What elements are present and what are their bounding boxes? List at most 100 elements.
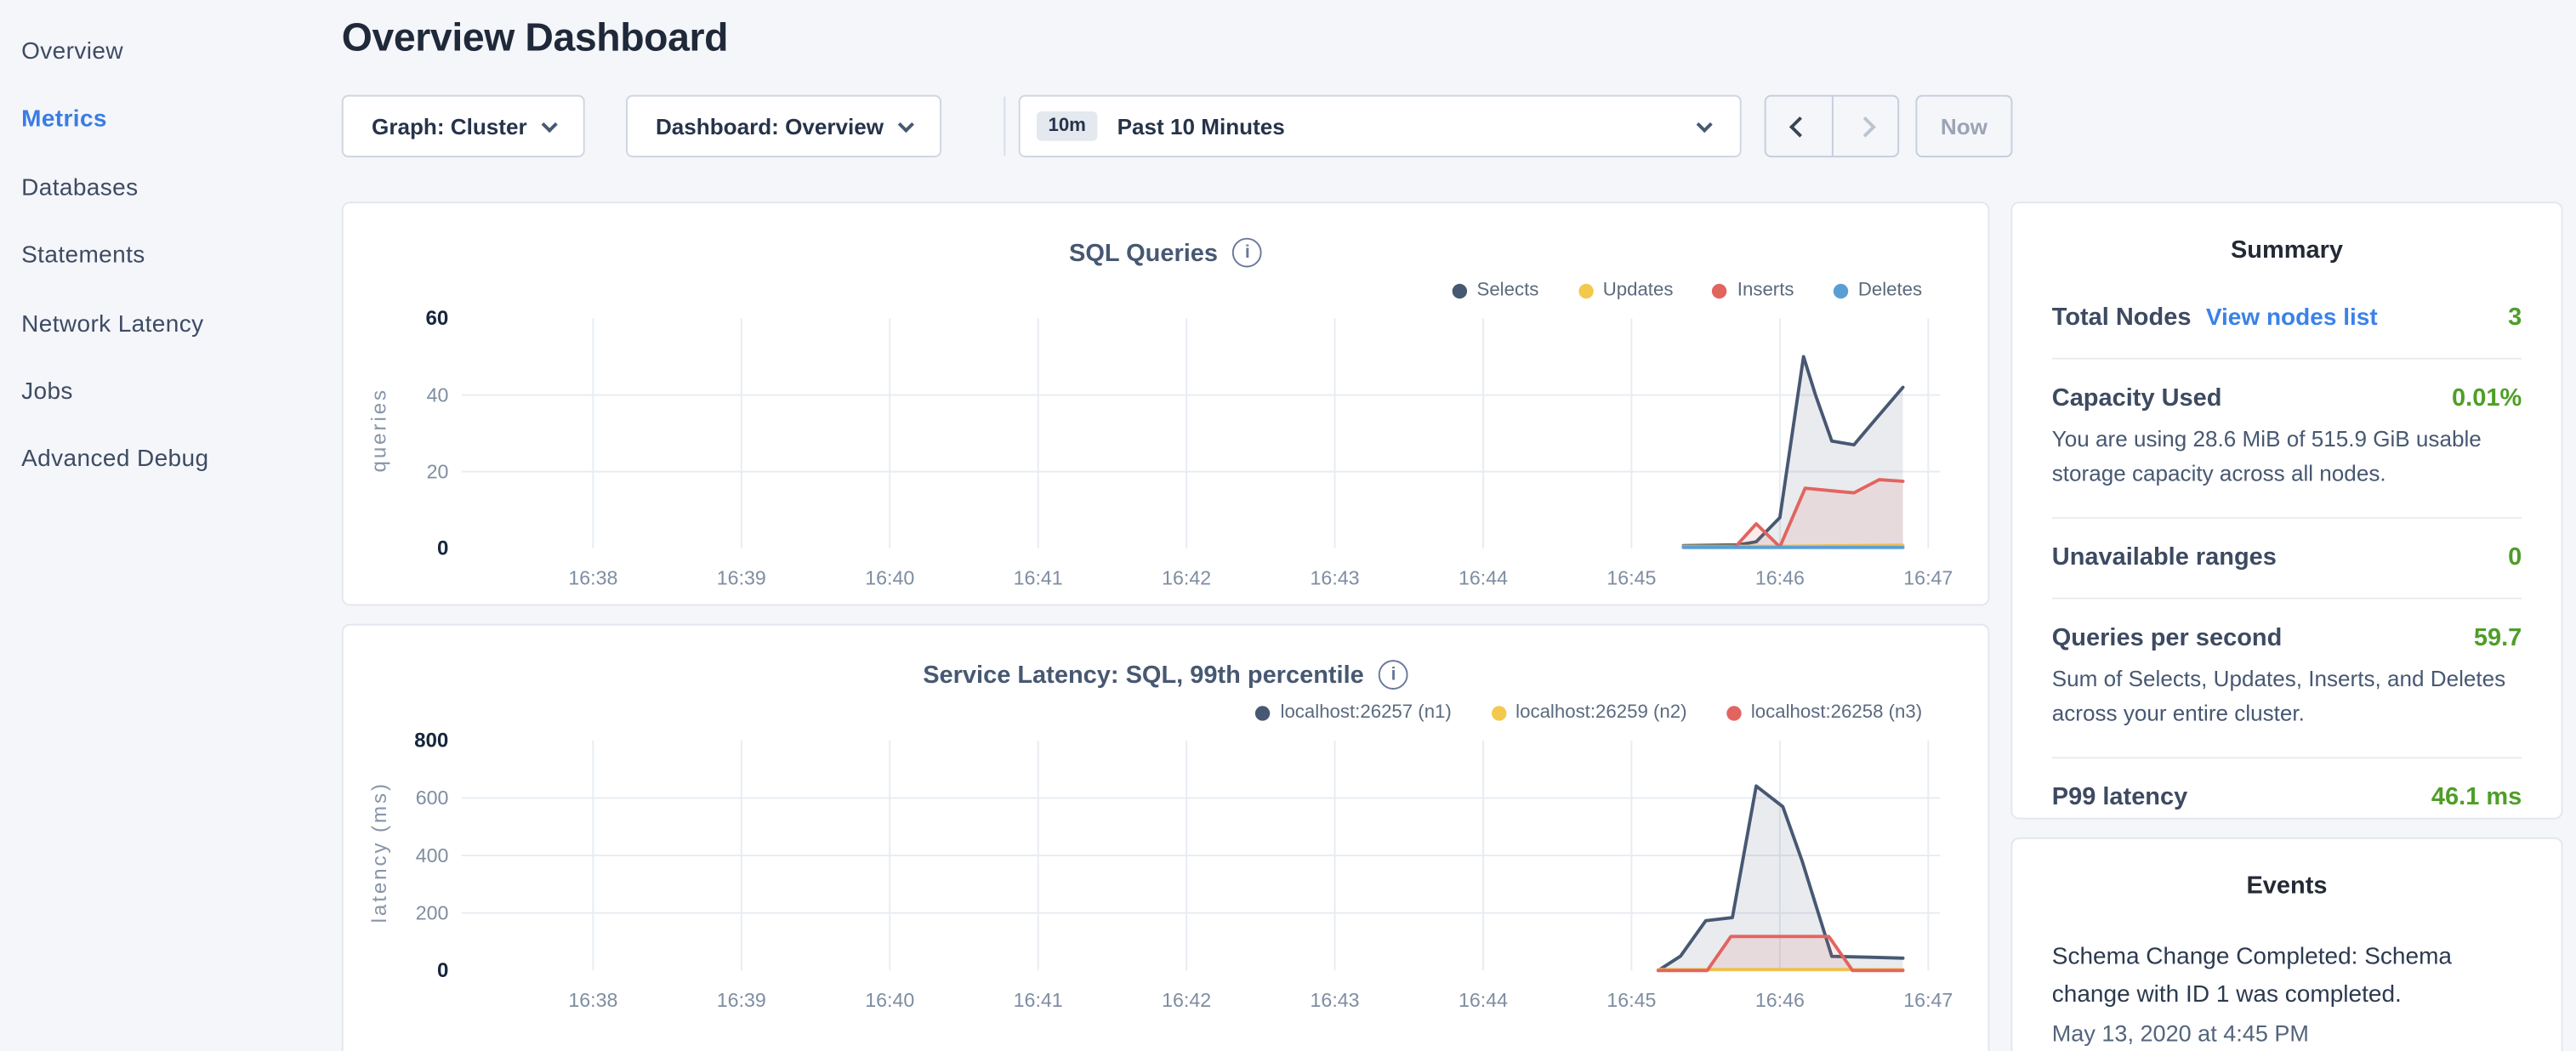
chevron-left-icon	[1788, 116, 1810, 137]
summary-row-unavailable-ranges: Unavailable ranges 0	[2052, 519, 2522, 599]
y-tick-label: 400	[416, 844, 449, 866]
chevron-down-icon	[541, 116, 557, 132]
x-tick-label: 16:44	[1459, 566, 1508, 588]
dashboard-dropdown[interactable]: Dashboard: Overview	[626, 95, 941, 157]
event-timestamp: May 13, 2020 at 4:45 PM	[2052, 1020, 2522, 1046]
summary-value: 0	[2508, 543, 2522, 571]
next-time-button[interactable]	[1832, 97, 1897, 156]
y-tick-label: 200	[416, 901, 449, 923]
prev-time-button[interactable]	[1766, 97, 1832, 156]
x-tick-label: 16:44	[1459, 989, 1508, 1011]
info-icon[interactable]: i	[1232, 238, 1262, 268]
sidebar-item-databases[interactable]: Databases	[0, 168, 322, 236]
x-tick-label: 16:47	[1903, 989, 1953, 1011]
info-icon[interactable]: i	[1379, 660, 1408, 690]
chart-legend: localhost:26257 (n1)localhost:26259 (n2)…	[1256, 702, 1923, 722]
toolbar: Graph: Cluster Dashboard: Overview 10m P…	[342, 95, 2563, 157]
service-latency-plot: 0 200 400 600 800 16:38 16:39 16:40 16:41 16:42 16…	[344, 724, 1953, 1033]
graph-dropdown[interactable]: Graph: Cluster	[342, 95, 585, 157]
view-nodes-list-link[interactable]: View nodes list	[2206, 305, 2378, 332]
sql-queries-plot: 0 20 40 60 16:38 16:39 16:40 16:41 16:42 16:43 16:…	[344, 302, 1953, 605]
chart-legend: Selects Updates Inserts Deletes	[1453, 281, 1923, 300]
x-tick-label: 16:42	[1162, 566, 1211, 588]
chevron-down-icon	[1697, 116, 1713, 132]
y-tick-label: 20	[427, 460, 449, 482]
event-message: Schema Change Completed: Schema change w…	[2052, 940, 2522, 1014]
x-tick-label: 16:46	[1755, 989, 1805, 1011]
legend-item: localhost:26257 (n1)	[1256, 702, 1452, 722]
x-tick-label: 16:43	[1311, 989, 1360, 1011]
event-item[interactable]: Schema Change Completed: Schema change w…	[2052, 940, 2522, 1047]
x-tick-label: 16:41	[1014, 989, 1063, 1011]
summary-panel: Summary Total Nodes View nodes list 3 Ca…	[2010, 202, 2562, 819]
service-latency-chart-card: Service Latency: SQL, 99th percentile i …	[342, 624, 1990, 1051]
summary-value: 46.1 ms	[2431, 783, 2522, 811]
sidebar-item-advanced-debug[interactable]: Advanced Debug	[0, 440, 322, 508]
summary-row-total-nodes: Total Nodes View nodes list 3	[2052, 304, 2522, 360]
time-range-badge: 10m	[1037, 111, 1098, 141]
x-tick-label: 16:39	[717, 989, 766, 1011]
x-tick-label: 16:38	[568, 989, 617, 1011]
x-tick-label: 16:39	[717, 566, 766, 588]
chart-title: SQL Queries	[1069, 239, 1218, 267]
summary-row-p99-latency: P99 latency 46.1 ms	[2052, 758, 2522, 838]
dashboard-dropdown-label: Dashboard: Overview	[656, 114, 884, 139]
summary-label: P99 latency	[2052, 783, 2187, 811]
x-tick-label: 16:40	[865, 566, 914, 588]
y-tick-label: 0	[437, 537, 448, 560]
summary-label: Unavailable ranges	[2052, 543, 2277, 571]
summary-title: Summary	[2052, 236, 2522, 264]
sidebar: Overview Metrics Databases Statements Ne…	[0, 14, 322, 508]
dashboard-body: SQL Queries i Selects Updates Inserts Delet…	[342, 202, 2563, 1051]
charts-column: SQL Queries i Selects Updates Inserts Delet…	[342, 202, 1990, 1051]
events-panel: Events Schema Change Completed: Schema c…	[2010, 838, 2562, 1051]
side-column: Summary Total Nodes View nodes list 3 Ca…	[2010, 202, 2562, 1051]
x-tick-label: 16:45	[1606, 566, 1656, 588]
app-root: Overview Metrics Databases Statements Ne…	[0, 14, 2576, 1051]
legend-item: Deletes	[1834, 281, 1922, 300]
x-tick-label: 16:45	[1606, 989, 1656, 1011]
summary-description: You are using 28.6 MiB of 515.9 GiB usab…	[2052, 423, 2522, 491]
time-step-buttons	[1765, 95, 1899, 157]
x-tick-label: 16:38	[568, 566, 617, 588]
events-title: Events	[2052, 872, 2522, 900]
y-tick-label: 800	[414, 730, 448, 753]
x-tick-label: 16:42	[1162, 989, 1211, 1011]
time-range-selector[interactable]: 10m Past 10 Minutes	[1019, 95, 1742, 157]
sidebar-item-jobs[interactable]: Jobs	[0, 372, 322, 440]
summary-value: 59.7	[2474, 624, 2522, 652]
page-title: Overview Dashboard	[342, 14, 2563, 64]
summary-value: 3	[2508, 304, 2522, 332]
sidebar-item-overview[interactable]: Overview	[0, 32, 322, 100]
sidebar-item-statements[interactable]: Statements	[0, 236, 322, 304]
chevron-down-icon	[898, 116, 914, 132]
x-tick-label: 16:40	[865, 989, 914, 1011]
sql-queries-chart-card: SQL Queries i Selects Updates Inserts Delet…	[342, 202, 1990, 605]
legend-item: Selects	[1453, 281, 1539, 300]
chevron-right-icon	[1855, 116, 1876, 137]
summary-row-queries-per-second: Queries per second 59.7 Sum of Selects, …	[2052, 599, 2522, 758]
y-tick-label: 40	[427, 383, 449, 406]
x-tick-label: 16:43	[1311, 566, 1360, 588]
sidebar-item-network-latency[interactable]: Network Latency	[0, 304, 322, 372]
chart-header: Service Latency: SQL, 99th percentile i	[344, 660, 1988, 690]
sidebar-item-metrics[interactable]: Metrics	[0, 100, 322, 168]
summary-row-capacity-used: Capacity Used 0.01% You are using 28.6 M…	[2052, 360, 2522, 519]
x-tick-label: 16:46	[1755, 566, 1805, 588]
toolbar-divider	[1004, 97, 1005, 156]
chart-title: Service Latency: SQL, 99th percentile	[923, 661, 1364, 689]
y-tick-label: 600	[416, 787, 449, 809]
chart-header: SQL Queries i	[344, 238, 1988, 268]
legend-item: Inserts	[1713, 281, 1794, 300]
now-button[interactable]: Now	[1915, 95, 2012, 157]
x-tick-label: 16:41	[1014, 566, 1063, 588]
time-range-label: Past 10 Minutes	[1117, 114, 1285, 139]
summary-value: 0.01%	[2452, 384, 2522, 412]
x-tick-label: 16:47	[1903, 566, 1953, 588]
y-tick-label: 60	[426, 307, 449, 330]
summary-label: Capacity Used	[2052, 384, 2222, 412]
main-content: Overview Dashboard Graph: Cluster Dashbo…	[342, 14, 2563, 1051]
y-tick-label: 0	[437, 959, 448, 982]
legend-item: localhost:26258 (n3)	[1726, 702, 1922, 722]
legend-item: Updates	[1578, 281, 1674, 300]
